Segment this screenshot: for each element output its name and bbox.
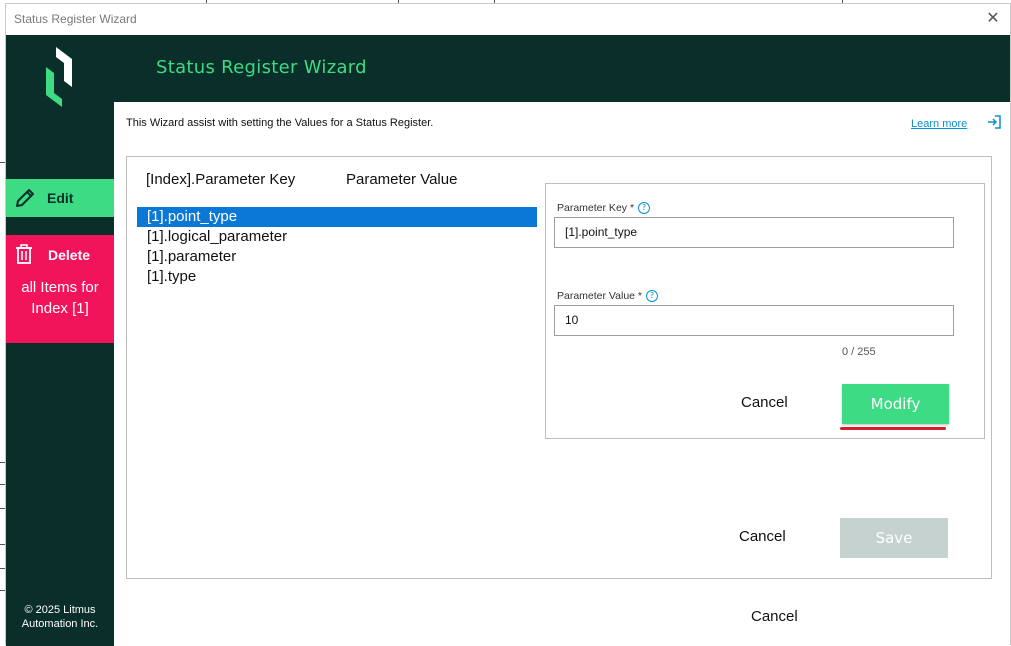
page-title: Status Register Wizard bbox=[156, 57, 367, 78]
edit-label: Edit bbox=[47, 190, 74, 206]
trash-icon bbox=[16, 244, 32, 264]
delete-label: Delete bbox=[48, 247, 91, 263]
parameter-value-label: Parameter Value *? bbox=[557, 290, 659, 303]
list-item[interactable]: [1].parameter bbox=[137, 247, 537, 267]
parameter-value-input[interactable]: 10 bbox=[554, 305, 954, 336]
main-content: This Wizard assist with setting the Valu… bbox=[114, 102, 1010, 646]
parameter-panel: [Index].Parameter Key Parameter Value [1… bbox=[126, 156, 992, 579]
column-header-value: Parameter Value bbox=[346, 171, 458, 188]
close-icon[interactable]: ✕ bbox=[984, 9, 1002, 27]
list-item[interactable]: [1].point_type bbox=[137, 207, 537, 227]
panel-cancel-button[interactable]: Cancel bbox=[739, 528, 786, 545]
pencil-icon bbox=[16, 189, 34, 207]
modify-button[interactable]: Modify bbox=[842, 384, 949, 424]
title-bar: Status Register Wizard ✕ bbox=[6, 4, 1010, 35]
parameter-key-input[interactable]: [1].point_type bbox=[554, 217, 954, 248]
sidebar: Edit Delete all Items for Index [1] © 20… bbox=[6, 35, 114, 646]
parameter-key-label-text: Parameter Key * bbox=[557, 202, 635, 214]
parameter-editor: Parameter Key *? [1].point_type Paramete… bbox=[545, 183, 985, 439]
delete-sublabel: all Items for Index [1] bbox=[21, 279, 99, 317]
parameter-list: [1].point_type [1].logical_parameter [1]… bbox=[137, 207, 537, 287]
intro-text: This Wizard assist with setting the Valu… bbox=[126, 117, 434, 129]
editor-cancel-button[interactable]: Cancel bbox=[741, 394, 788, 411]
window-title: Status Register Wizard bbox=[14, 12, 137, 26]
list-item[interactable]: [1].logical_parameter bbox=[137, 227, 537, 247]
edit-button[interactable]: Edit bbox=[6, 179, 114, 217]
copyright-text: © 2025 Litmus Automation Inc. bbox=[21, 604, 99, 630]
wizard-window: Status Register Wizard ✕ Edit Delete all… bbox=[5, 3, 1011, 646]
litmus-logo-icon bbox=[46, 47, 72, 107]
learn-more-link[interactable]: Learn more bbox=[911, 118, 967, 130]
external-link-icon[interactable] bbox=[986, 114, 1002, 130]
list-item[interactable]: [1].type bbox=[137, 267, 537, 287]
delete-all-button[interactable]: Delete all Items for Index [1] bbox=[6, 235, 114, 343]
character-counter: 0 / 255 bbox=[842, 346, 876, 358]
column-header-key: [Index].Parameter Key bbox=[146, 171, 296, 188]
wizard-cancel-button[interactable]: Cancel bbox=[751, 608, 798, 625]
help-icon[interactable]: ? bbox=[646, 290, 659, 303]
parameter-value-label-text: Parameter Value * bbox=[557, 290, 643, 302]
help-icon[interactable]: ? bbox=[638, 202, 651, 215]
page-header: Status Register Wizard bbox=[114, 35, 1010, 102]
parameter-key-label: Parameter Key *? bbox=[557, 202, 651, 215]
save-button[interactable]: Save bbox=[840, 518, 948, 558]
modify-highlight-underline bbox=[840, 427, 946, 430]
